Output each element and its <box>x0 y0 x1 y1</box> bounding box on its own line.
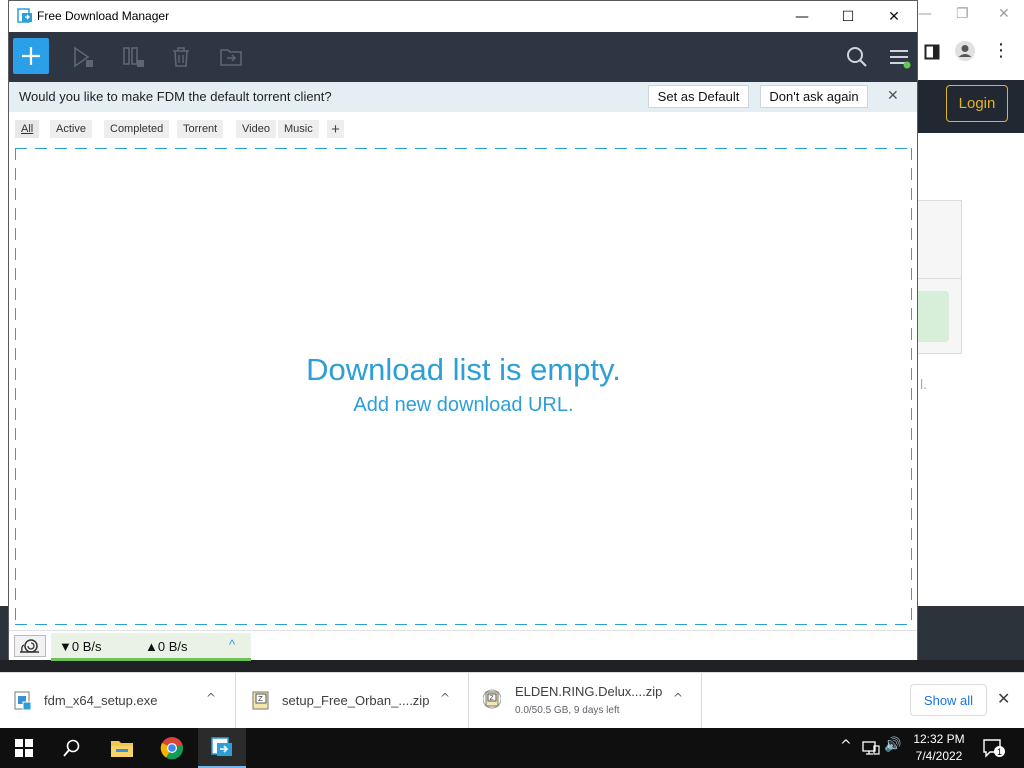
fdm-window: Free Download Manager — ☐ ✕ Would you li… <box>8 0 918 661</box>
chrome-icon <box>160 737 184 760</box>
add-download-button[interactable] <box>13 38 49 74</box>
site-green-box <box>918 291 949 342</box>
site-partial-text: l. <box>920 376 927 392</box>
speed-limit-button[interactable] <box>14 635 46 657</box>
download-item[interactable]: Z setup_Free_Orban_....zip ^ <box>236 673 469 728</box>
chevron-up-icon[interactable]: ^ <box>440 691 450 705</box>
download-speed: ▼0 B/s <box>59 639 102 654</box>
chevron-up-icon[interactable]: ^ <box>229 637 235 652</box>
action-center-button[interactable]: 1 <box>982 737 1005 759</box>
download-progress-text: 0.0/50.5 GB, 9 days left <box>515 705 620 716</box>
svg-text:Z: Z <box>258 695 263 703</box>
close-shelf-button[interactable]: ✕ <box>997 689 1010 708</box>
search-icon <box>63 739 80 757</box>
exe-file-icon <box>14 691 32 711</box>
delete-icon[interactable] <box>169 45 193 69</box>
chrome-button[interactable] <box>148 728 196 768</box>
download-filename: fdm_x64_setup.exe <box>44 693 158 708</box>
tab-video[interactable]: Video <box>236 120 276 138</box>
download-shelf: fdm_x64_setup.exe ^ Z setup_Free_Orban_.… <box>0 672 1024 728</box>
default-client-notification: Would you like to make FDM the default t… <box>9 82 917 112</box>
browser-close-button[interactable]: ✕ <box>998 6 1010 22</box>
folder-icon <box>111 741 133 757</box>
chevron-up-icon[interactable]: ^ <box>206 691 216 705</box>
show-all-button[interactable]: Show all <box>910 684 987 716</box>
fdm-maximize-button[interactable]: ☐ <box>825 1 871 32</box>
zip-file-icon: Z <box>252 691 269 710</box>
tab-music[interactable]: Music <box>278 120 319 138</box>
tab-active[interactable]: Active <box>50 120 92 138</box>
notifications-count: 1 <box>994 746 1005 757</box>
fdm-window-title: Free Download Manager <box>37 9 170 23</box>
speed-panel[interactable]: ▼0 B/s ▲0 B/s ^ <box>51 633 251 661</box>
tray-overflow-chevron-icon[interactable]: ^ <box>840 738 852 754</box>
clock-time[interactable]: 12:32 PM <box>900 732 978 746</box>
search-icon[interactable] <box>845 45 869 69</box>
empty-list-title: Download list is empty. <box>306 352 621 387</box>
menu-icon[interactable] <box>887 45 911 69</box>
tab-torrent[interactable]: Torrent <box>177 120 224 138</box>
download-filename: setup_Free_Orban_....zip <box>282 693 430 708</box>
play-icon[interactable] <box>71 45 95 69</box>
browser-window-controls: — ❐ ✕ <box>918 6 1024 28</box>
browser-restore-button[interactable]: ❐ <box>956 6 969 22</box>
add-download-url-link[interactable]: Add new download URL. <box>15 394 912 417</box>
dont-ask-again-button[interactable]: Don't ask again <box>760 85 868 108</box>
snail-icon <box>20 639 39 653</box>
volume-icon[interactable]: 🔊 <box>884 737 901 753</box>
tab-all[interactable]: All <box>15 120 40 138</box>
download-filename: ELDEN.RING.Delux....zip <box>515 684 663 699</box>
fdm-toolbar <box>9 32 917 82</box>
status-bar: ▼0 B/s ▲0 B/s ^ <box>9 630 917 661</box>
filter-tabs: All Active Completed Torrent Video Music… <box>9 112 917 142</box>
plus-icon <box>22 47 40 65</box>
fdm-close-button[interactable]: ✕ <box>871 1 917 32</box>
set-as-default-button[interactable]: Set as Default <box>648 85 749 108</box>
download-item[interactable]: Z ELDEN.RING.Delux....zip 0.0/50.5 GB, 9… <box>469 673 702 728</box>
zip-file-icon: Z <box>483 689 501 709</box>
sidebar-icon[interactable] <box>924 44 940 60</box>
windows-logo-icon <box>15 739 33 757</box>
profile-avatar-icon[interactable] <box>954 40 976 62</box>
login-button[interactable]: Login <box>946 85 1008 122</box>
browser-menu-icon[interactable]: ⋮ <box>992 40 1010 61</box>
move-folder-icon[interactable] <box>219 45 243 69</box>
fdm-titlebar[interactable]: Free Download Manager — ☐ ✕ <box>9 1 917 32</box>
add-tab-button[interactable]: + <box>327 120 344 138</box>
clock-date[interactable]: 7/4/2022 <box>900 749 978 763</box>
taskbar-search-button[interactable] <box>48 728 96 768</box>
notification-text: Would you like to make FDM the default t… <box>19 89 332 104</box>
network-icon[interactable] <box>862 740 880 756</box>
browser-toolbar-icons: ⋮ <box>924 38 1014 66</box>
fdm-app-icon <box>211 737 232 756</box>
upload-speed: ▲0 B/s <box>145 639 188 654</box>
fdm-taskbar-button[interactable] <box>198 728 246 768</box>
notification-close-button[interactable]: ✕ <box>887 88 899 104</box>
chevron-up-icon[interactable]: ^ <box>673 691 683 705</box>
browser-minimize-button[interactable]: — <box>918 6 932 22</box>
site-bottom-bar <box>0 660 1024 672</box>
start-button[interactable] <box>0 728 48 768</box>
file-explorer-button[interactable] <box>98 728 146 768</box>
svg-text:Z: Z <box>490 695 494 702</box>
taskbar: ^ 🔊 12:32 PM 7/4/2022 1 <box>0 728 1024 768</box>
fdm-app-icon <box>17 8 32 23</box>
pause-icon[interactable] <box>121 45 145 69</box>
download-item[interactable]: fdm_x64_setup.exe ^ <box>0 673 236 728</box>
fdm-minimize-button[interactable]: — <box>779 1 825 32</box>
download-list-drop-area[interactable]: Download list is empty. Add new download… <box>15 148 912 625</box>
tab-completed[interactable]: Completed <box>104 120 170 138</box>
